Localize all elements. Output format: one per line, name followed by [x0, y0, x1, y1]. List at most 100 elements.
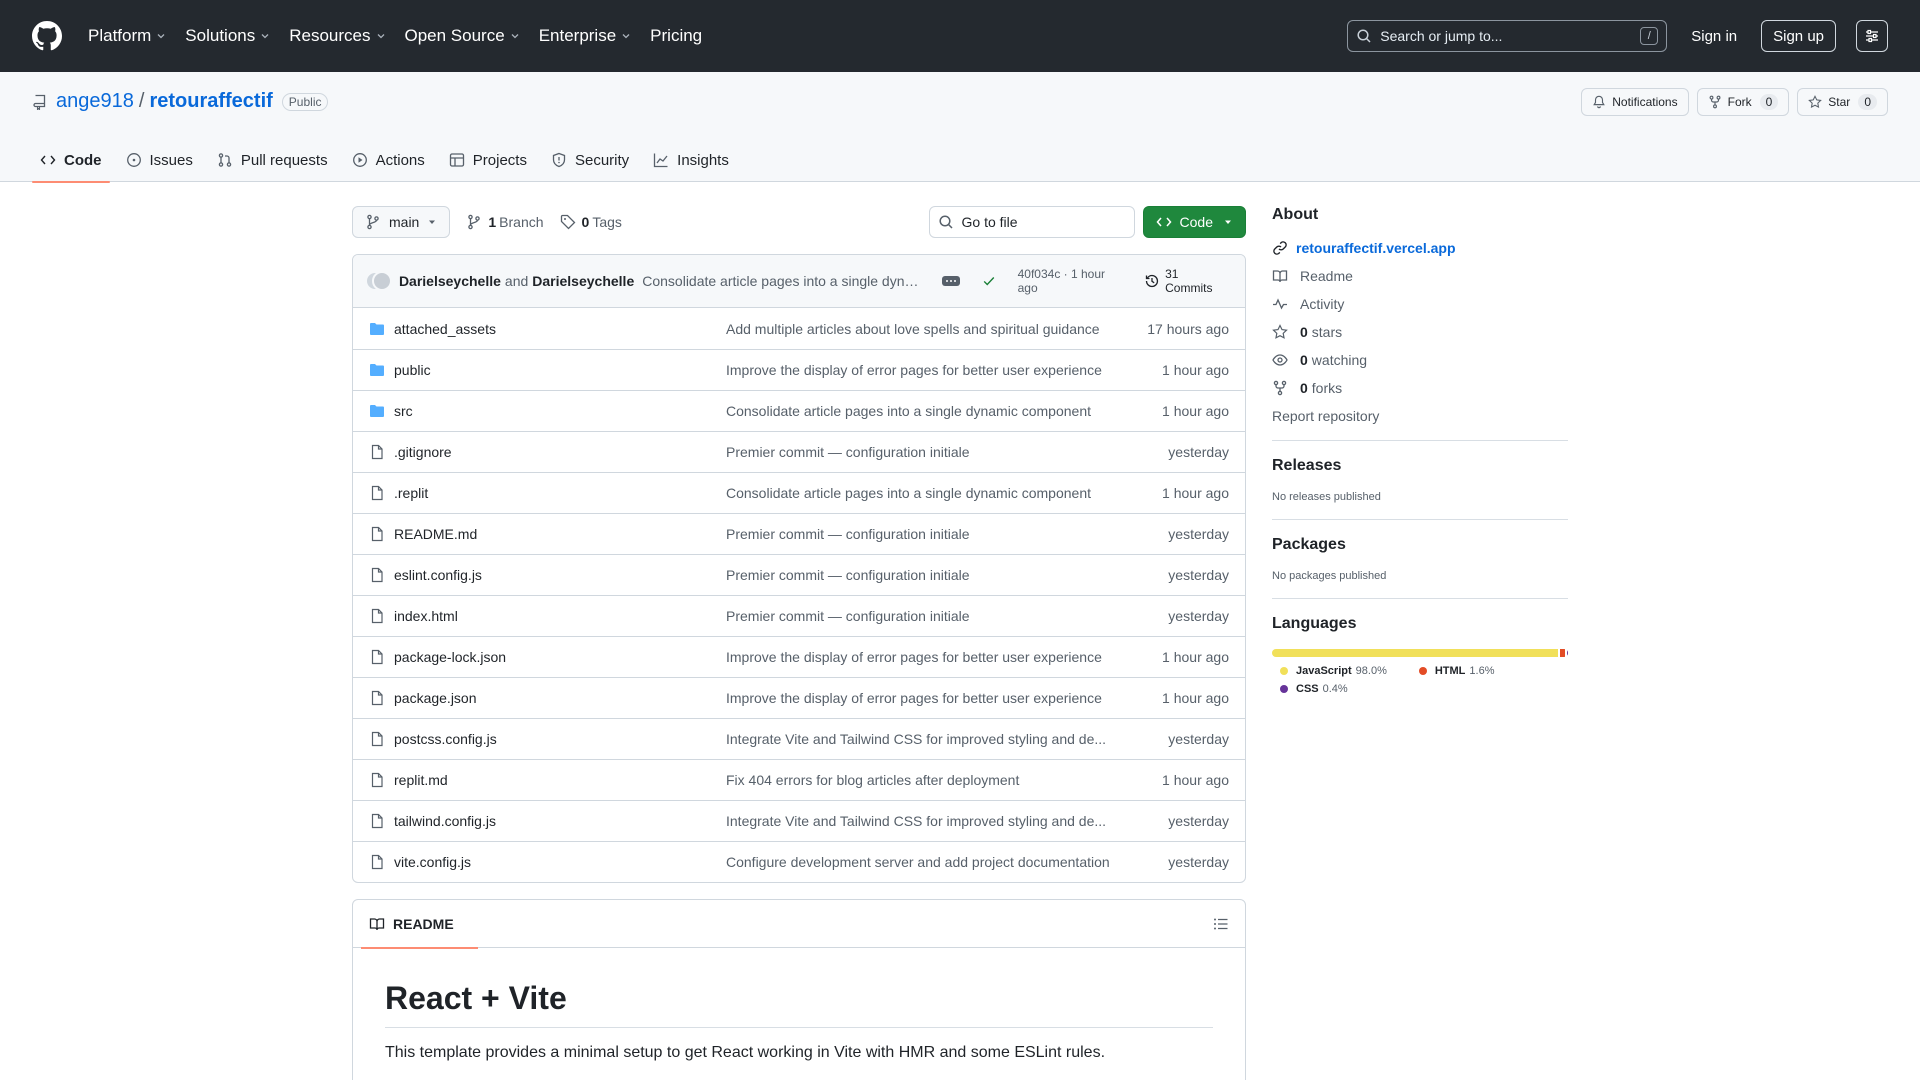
language-item[interactable]: JavaScript 98.0% [1272, 665, 1387, 677]
file-commit-message-link[interactable]: Integrate Vite and Tailwind CSS for impr… [726, 813, 1168, 829]
list-unordered-icon[interactable] [1213, 916, 1229, 932]
nav-platform[interactable]: Platform [88, 26, 167, 46]
file-row[interactable]: replit.md Fix 404 errors for blog article… [353, 759, 1245, 800]
commit-sha-time[interactable]: 40f034c · 1 hour ago [1018, 267, 1129, 295]
file-commit-message-link[interactable]: Improve the display of error pages for b… [726, 690, 1162, 706]
file-name-link[interactable]: .gitignore [394, 444, 726, 460]
tab-pull-requests[interactable]: Pull requests [209, 138, 336, 182]
file-commit-message-link[interactable]: Improve the display of error pages for b… [726, 362, 1162, 378]
activity-link[interactable]: Activity [1272, 296, 1568, 312]
nav-pricing[interactable]: Pricing [650, 26, 702, 46]
file-name-link[interactable]: package.json [394, 690, 726, 706]
sign-up-button[interactable]: Sign up [1761, 20, 1836, 52]
tab-actions[interactable]: Actions [344, 138, 433, 182]
check-icon[interactable] [982, 274, 996, 288]
global-search-input[interactable]: Search or jump to... / [1347, 20, 1668, 52]
file-row[interactable]: postcss.config.js Integrate Vite and Tail… [353, 718, 1245, 759]
commit-author-link[interactable]: Darielseychelle [399, 273, 501, 289]
tab-issues[interactable]: Issues [118, 138, 201, 182]
language-percent: 0.4% [1322, 683, 1348, 695]
repo-name-link[interactable]: retouraffectif [149, 90, 272, 113]
file-commit-message-link[interactable]: Add multiple articles about love spells … [726, 321, 1147, 337]
file-name-link[interactable]: postcss.config.js [394, 731, 726, 747]
github-logo-icon[interactable] [32, 21, 62, 51]
notifications-button[interactable]: Notifications [1581, 88, 1689, 116]
file-row[interactable]: vite.config.js Configure development serv… [353, 841, 1245, 882]
file-name-link[interactable]: .replit [394, 485, 726, 501]
file-row[interactable]: README.md Premier commit — configuration … [353, 513, 1245, 554]
file-commit-message-link[interactable]: Configure development server and add pro… [726, 854, 1168, 870]
file-row[interactable]: src Consolidate article pages into a sing… [353, 390, 1245, 431]
file-name-link[interactable]: index.html [394, 608, 726, 624]
file-commit-message-link[interactable]: Improve the display of error pages for b… [726, 649, 1162, 665]
activity-link-label: Activity [1300, 296, 1345, 312]
stars-link[interactable]: 0 stars [1272, 324, 1568, 340]
releases-heading[interactable]: Releases [1272, 457, 1568, 475]
language-bar-segment [1566, 649, 1568, 657]
nav-solutions[interactable]: Solutions [185, 26, 271, 46]
go-to-file-input[interactable]: Go to file [928, 206, 1135, 238]
file-name-link[interactable]: src [394, 403, 726, 419]
commit-coauthor-link[interactable]: Darielseychelle [532, 273, 634, 289]
star-button[interactable]: Star 0 [1797, 88, 1888, 116]
file-name-link[interactable]: public [394, 362, 726, 378]
nav-enterprise[interactable]: Enterprise [539, 26, 632, 46]
forks-link[interactable]: 0 forks [1272, 380, 1568, 396]
repo-owner-link[interactable]: ange918 [56, 90, 134, 113]
appearance-settings-button[interactable] [1856, 20, 1888, 52]
file-commit-message-link[interactable]: Premier commit — configuration initiale [726, 567, 1168, 583]
file-name-link[interactable]: eslint.config.js [394, 567, 726, 583]
sign-in-link[interactable]: Sign in [1691, 28, 1737, 45]
file-row[interactable]: attached_assets Add multiple articles abo… [353, 308, 1245, 349]
tab-code[interactable]: Code [32, 138, 110, 183]
file-row[interactable]: .gitignore Premier commit — configuration… [353, 431, 1245, 472]
nav-resources[interactable]: Resources [289, 26, 386, 46]
language-item[interactable]: HTML 1.6% [1411, 665, 1494, 677]
tags-link[interactable]: 0 Tags [560, 214, 622, 230]
watching-link[interactable]: 0 watching [1272, 352, 1568, 368]
tab-insights[interactable]: Insights [645, 138, 737, 182]
commit-avatars[interactable] [365, 270, 393, 292]
star-icon [1808, 95, 1823, 109]
branch-name: main [389, 214, 420, 230]
fork-button[interactable]: Fork 0 [1696, 88, 1790, 116]
packages-heading[interactable]: Packages [1272, 536, 1568, 554]
file-row[interactable]: .replit Consolidate article pages into a … [353, 472, 1245, 513]
file-row[interactable]: tailwind.config.js Integrate Vite and Tai… [353, 800, 1245, 841]
nav-open-source[interactable]: Open Source [405, 26, 521, 46]
file-name-link[interactable]: README.md [394, 526, 726, 542]
language-color-dot [1280, 667, 1288, 675]
file-commit-message-link[interactable]: Consolidate article pages into a single … [726, 403, 1162, 419]
readme-tab[interactable]: README [361, 900, 478, 949]
file-name-link[interactable]: attached_assets [394, 321, 726, 337]
file-row[interactable]: package.json Improve the display of error… [353, 677, 1245, 718]
file-commit-message-link[interactable]: Consolidate article pages into a single … [726, 485, 1162, 501]
file-name-link[interactable]: tailwind.config.js [394, 813, 726, 829]
file-icon [371, 813, 383, 829]
report-repository-link[interactable]: Report repository [1272, 408, 1568, 424]
commits-history-link[interactable]: 31 Commits [1144, 267, 1229, 295]
expand-commit-message-button[interactable] [941, 276, 960, 286]
file-commit-message-link[interactable]: Premier commit — configuration initiale [726, 444, 1168, 460]
branch-selector[interactable]: main [352, 206, 451, 238]
tab-security[interactable]: Security [543, 138, 637, 182]
branches-link[interactable]: 1 Branch [466, 214, 544, 230]
file-commit-message-link[interactable]: Premier commit — configuration initiale [726, 526, 1168, 542]
file-name-link[interactable]: package-lock.json [394, 649, 726, 665]
file-row[interactable]: index.html Premier commit — configuration… [353, 595, 1245, 636]
readme-link[interactable]: Readme [1272, 268, 1568, 284]
website-link[interactable]: retouraffectif.vercel.app [1272, 240, 1568, 256]
file-commit-message-link[interactable]: Fix 404 errors for blog articles after d… [726, 772, 1162, 788]
file-commit-message-link[interactable]: Integrate Vite and Tailwind CSS for impr… [726, 731, 1168, 747]
language-item[interactable]: CSS 0.4% [1272, 683, 1348, 695]
file-name-link[interactable]: vite.config.js [394, 854, 726, 870]
code-download-button[interactable]: Code [1142, 206, 1246, 238]
language-bar-segment [1272, 649, 1559, 657]
file-name-link[interactable]: replit.md [394, 772, 726, 788]
file-row[interactable]: package-lock.json Improve the display of … [353, 636, 1245, 677]
commit-message-link[interactable]: Consolidate article pages into a single … [642, 273, 923, 289]
file-row[interactable]: eslint.config.js Premier commit — configu… [353, 554, 1245, 595]
file-commit-message-link[interactable]: Premier commit — configuration initiale [726, 608, 1168, 624]
tab-projects[interactable]: Projects [441, 138, 535, 182]
file-row[interactable]: public Improve the display of error pages… [353, 349, 1245, 390]
